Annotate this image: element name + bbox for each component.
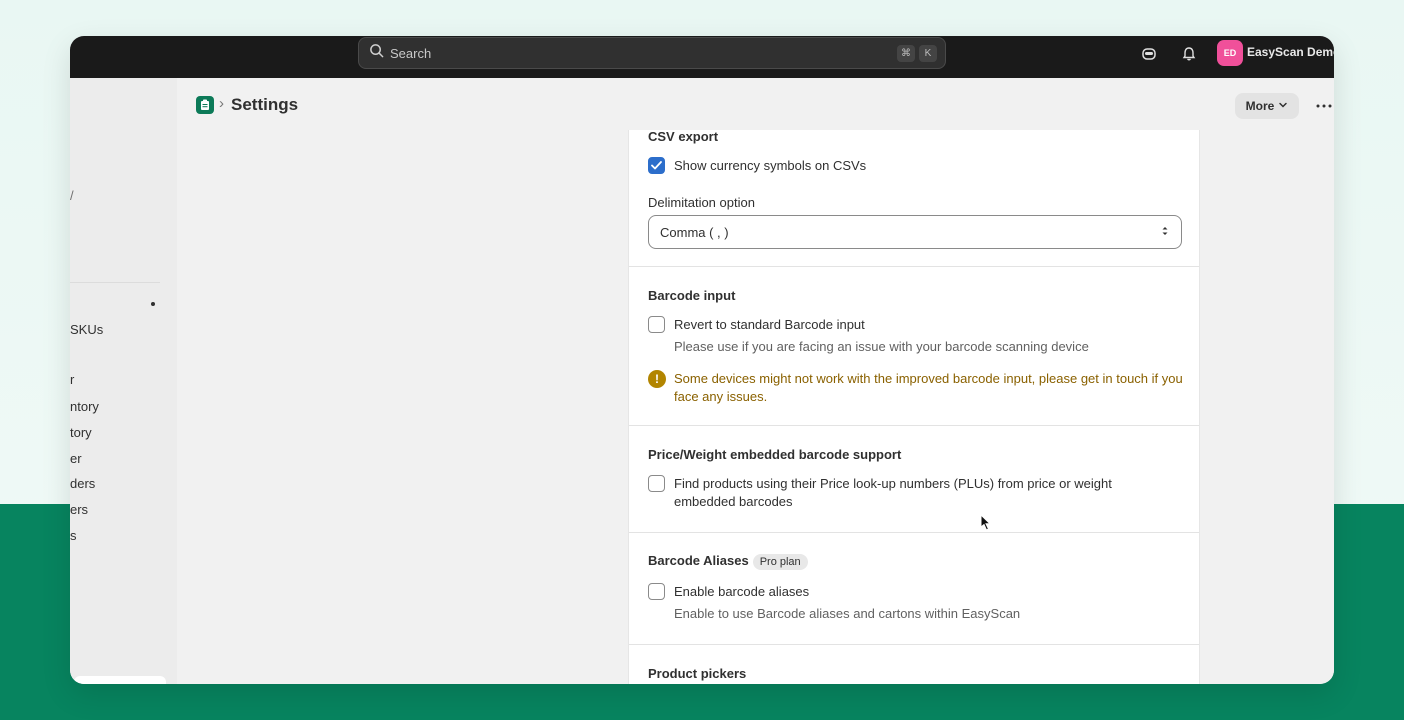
app-window: Search ⌘ K ED EasyScan Demo / SKUs r nto… bbox=[70, 36, 1334, 684]
aliases-label: Enable barcode aliases bbox=[674, 584, 810, 599]
breadcrumb-separator: › bbox=[219, 95, 224, 112]
sidebar-dot bbox=[151, 302, 155, 306]
barcode-aliases-title-row: Barcode Aliases Pro plan bbox=[648, 553, 808, 570]
standard-barcode-checkbox[interactable] bbox=[648, 316, 665, 333]
shortcut-key-command: ⌘ bbox=[897, 45, 915, 62]
currency-symbols-checkbox[interactable] bbox=[648, 157, 665, 174]
currency-symbols-label: Show currency symbols on CSVs bbox=[674, 158, 867, 173]
avatar[interactable]: ED bbox=[1217, 40, 1243, 66]
sidebar-item-skus[interactable]: SKUs bbox=[70, 322, 103, 337]
delimitation-select[interactable]: Comma ( , ) bbox=[648, 215, 1182, 249]
more-actions-icon[interactable] bbox=[1312, 94, 1334, 118]
price-weight-section: Price/Weight embedded barcode support Fi… bbox=[629, 426, 1199, 533]
store-name[interactable]: EasyScan Demo bbox=[1247, 45, 1334, 59]
standard-barcode-row[interactable]: Revert to standard Barcode input bbox=[648, 316, 865, 334]
barcode-input-title: Barcode input bbox=[648, 288, 736, 303]
sidekick-icon[interactable] bbox=[1139, 44, 1159, 64]
more-button[interactable]: More bbox=[1235, 93, 1299, 119]
delimitation-value: Comma ( , ) bbox=[660, 224, 729, 240]
sidebar-divider bbox=[70, 282, 160, 283]
barcode-aliases-title: Barcode Aliases bbox=[648, 553, 749, 568]
sidebar: / SKUs r ntory tory er ders ers s bbox=[70, 78, 177, 684]
sidebar-item-9[interactable]: s bbox=[70, 528, 77, 543]
delimitation-label: Delimitation option bbox=[648, 195, 755, 210]
aliases-row[interactable]: Enable barcode aliases bbox=[648, 583, 809, 601]
page-title: Settings bbox=[231, 95, 299, 114]
csv-export-title: CSV export bbox=[648, 129, 719, 144]
barcode-aliases-section: Barcode Aliases Pro plan Enable barcode a… bbox=[629, 533, 1199, 645]
aliases-checkbox[interactable] bbox=[648, 583, 665, 600]
search-placeholder: Search bbox=[390, 45, 432, 61]
pro-plan-badge: Pro plan bbox=[752, 554, 808, 570]
plu-label: Find products using their Price look-up … bbox=[674, 476, 1112, 509]
page-header: › Settings More bbox=[177, 78, 1334, 130]
standard-barcode-help: Please use if you are facing an issue wi… bbox=[674, 339, 1089, 354]
product-pickers-section: Product pickers bbox=[629, 645, 1199, 684]
price-weight-title: Price/Weight embedded barcode support bbox=[648, 447, 902, 462]
mouse-cursor-icon bbox=[980, 513, 992, 536]
standard-barcode-label: Revert to standard Barcode input bbox=[674, 317, 865, 332]
chevron-down-icon bbox=[1278, 99, 1288, 113]
sidebar-item-orders[interactable]: ders bbox=[70, 476, 95, 491]
search-shortcut: ⌘ K bbox=[897, 45, 937, 62]
csv-export-section: CSV export Show currency symbols on CSVs… bbox=[629, 129, 1199, 267]
currency-symbols-row[interactable]: Show currency symbols on CSVs bbox=[648, 157, 866, 175]
sidebar-item-3[interactable]: r bbox=[70, 372, 74, 387]
search-bar[interactable]: Search ⌘ K bbox=[358, 37, 946, 69]
warning-icon: ! bbox=[648, 370, 666, 388]
plu-checkbox[interactable] bbox=[648, 475, 665, 492]
bell-icon[interactable] bbox=[1179, 44, 1199, 64]
product-pickers-title: Product pickers bbox=[648, 666, 747, 681]
sidebar-item-6[interactable]: er bbox=[70, 451, 82, 466]
shortcut-key-k: K bbox=[919, 45, 937, 62]
settings-card: CSV export Show currency symbols on CSVs… bbox=[628, 129, 1200, 684]
app-icon[interactable] bbox=[196, 96, 214, 114]
sidebar-item-1[interactable]: / bbox=[70, 188, 74, 203]
select-arrows-icon bbox=[1161, 225, 1169, 240]
more-label: More bbox=[1245, 99, 1275, 113]
sidebar-item-inventory[interactable]: ntory bbox=[70, 399, 99, 414]
plu-row[interactable]: Find products using their Price look-up … bbox=[648, 475, 1164, 511]
sidebar-item-history[interactable]: tory bbox=[70, 425, 92, 440]
sidebar-item-8[interactable]: ers bbox=[70, 502, 88, 517]
barcode-warning-text: Some devices might not work with the imp… bbox=[674, 371, 1183, 404]
sidebar-bottom-panel bbox=[74, 676, 166, 684]
barcode-warning: ! Some devices might not work with the i… bbox=[648, 370, 1184, 406]
top-bar: Search ⌘ K ED EasyScan Demo bbox=[70, 36, 1334, 78]
barcode-input-section: Barcode input Revert to standard Barcode… bbox=[629, 267, 1199, 426]
aliases-help: Enable to use Barcode aliases and carton… bbox=[674, 606, 1021, 621]
search-icon bbox=[369, 43, 384, 63]
